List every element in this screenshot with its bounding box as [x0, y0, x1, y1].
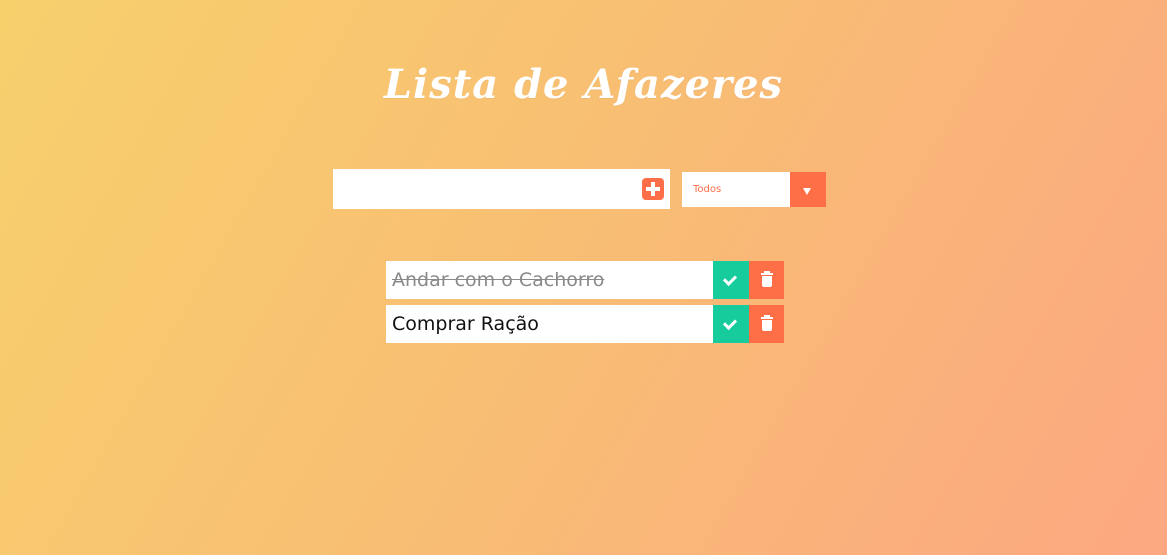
filter-select[interactable]: Todos [682, 172, 826, 207]
todo-text: Andar com o Cachorro [392, 269, 605, 291]
page-title: Lista de Afazeres [383, 60, 784, 108]
todo-list: Andar com o Cachorro Comprar Ração [386, 261, 784, 349]
caret-down-icon [803, 188, 811, 195]
todo-text: Comprar Ração [392, 313, 539, 335]
complete-button[interactable] [713, 261, 749, 299]
todo-item: Andar com o Cachorro [386, 261, 784, 299]
todo-input[interactable] [333, 169, 633, 209]
delete-button[interactable] [749, 305, 784, 343]
filter-dropdown-button[interactable] [790, 172, 826, 207]
todo-item: Comprar Ração [386, 305, 784, 343]
add-todo-button[interactable] [642, 178, 664, 200]
check-icon [722, 271, 738, 287]
filter-selected-value: Todos [693, 184, 722, 195]
delete-button[interactable] [749, 261, 784, 299]
new-todo-form [333, 169, 670, 209]
check-icon [722, 315, 738, 331]
complete-button[interactable] [713, 305, 749, 343]
